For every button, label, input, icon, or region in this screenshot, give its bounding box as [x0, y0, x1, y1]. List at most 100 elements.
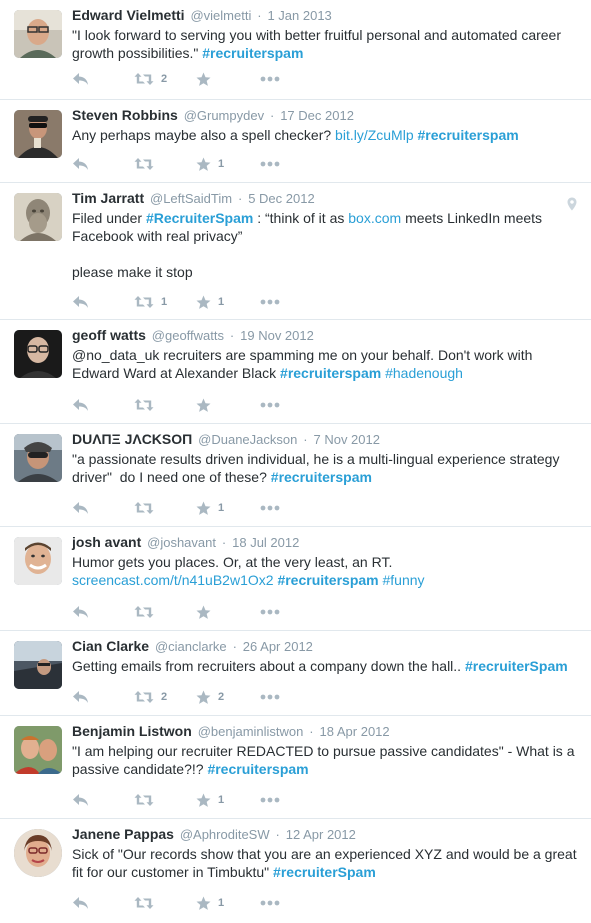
tweet-fullname[interactable]: Benjamin Listwon: [72, 723, 192, 739]
tweet-timestamp[interactable]: 12 Apr 2012: [286, 827, 356, 842]
tweet-text-segment: "I look forward to serving you with bett…: [72, 27, 565, 61]
tweet-fullname[interactable]: DUΛΠΞ JΛCKSOΠ: [72, 431, 192, 447]
avatar[interactable]: [14, 434, 62, 482]
more-button[interactable]: [260, 71, 322, 87]
tweet-fullname[interactable]: Steven Robbins: [72, 107, 178, 123]
location-pin-icon[interactable]: [567, 197, 577, 216]
tweet-fullname[interactable]: Janene Pappas: [72, 826, 174, 842]
reply-button[interactable]: [72, 156, 134, 172]
tweet[interactable]: josh avant @joshavant · 18 Jul 2012 Humo…: [0, 527, 591, 631]
avatar[interactable]: [14, 330, 62, 378]
like-button[interactable]: 1: [196, 500, 258, 516]
like-button[interactable]: 1: [196, 156, 258, 172]
tweet-username[interactable]: @geoffwatts: [152, 328, 224, 343]
reply-button[interactable]: [72, 792, 134, 808]
avatar[interactable]: [14, 10, 62, 58]
tweet-link[interactable]: #funny: [383, 572, 425, 588]
tweet-hashtag[interactable]: #recruiterspam: [271, 469, 372, 485]
avatar[interactable]: [14, 641, 62, 689]
retweet-button[interactable]: [134, 500, 196, 516]
tweet-username[interactable]: @AphroditeSW: [180, 827, 270, 842]
tweet[interactable]: Edward Vielmetti @vielmetti · 1 Jan 2013…: [0, 0, 591, 100]
reply-button[interactable]: [72, 500, 134, 516]
tweet-fullname[interactable]: geoff watts: [72, 327, 146, 343]
tweet-username[interactable]: @benjaminlistwon: [198, 724, 304, 739]
tweet-username[interactable]: @vielmetti: [190, 8, 251, 23]
reply-button[interactable]: [72, 71, 134, 87]
tweet-timestamp[interactable]: 18 Apr 2012: [320, 724, 390, 739]
retweet-button[interactable]: [134, 156, 196, 172]
tweet-username[interactable]: @LeftSaidTim: [150, 191, 232, 206]
like-button[interactable]: 1: [196, 294, 258, 310]
tweet-hashtag[interactable]: #recruiterspam: [202, 45, 303, 61]
tweet-hashtag[interactable]: #recruiterspam: [207, 761, 308, 777]
reply-button[interactable]: [72, 294, 134, 310]
more-button[interactable]: [260, 156, 322, 172]
avatar[interactable]: [14, 726, 62, 774]
tweet-timestamp[interactable]: 7 Nov 2012: [313, 432, 380, 447]
retweet-button[interactable]: [134, 895, 196, 911]
like-button[interactable]: [196, 71, 258, 87]
tweet-timestamp[interactable]: 1 Jan 2013: [267, 8, 331, 23]
more-button[interactable]: [260, 604, 322, 620]
avatar[interactable]: [14, 829, 62, 877]
tweet[interactable]: DUΛΠΞ JΛCKSOΠ @DuaneJackson · 7 Nov 2012…: [0, 424, 591, 527]
retweet-icon: [134, 793, 154, 807]
like-button[interactable]: [196, 397, 258, 413]
like-button[interactable]: 1: [196, 895, 258, 911]
avatar[interactable]: [14, 193, 62, 241]
more-button[interactable]: [260, 689, 322, 705]
like-button[interactable]: [196, 604, 258, 620]
retweet-button[interactable]: 2: [134, 689, 196, 705]
tweet[interactable]: Janene Pappas @AphroditeSW · 12 Apr 2012…: [0, 819, 591, 923]
tweet-hashtag[interactable]: #RecruiterSpam: [146, 210, 253, 226]
retweet-button[interactable]: [134, 792, 196, 808]
tweet-username[interactable]: @cianclarke: [155, 639, 227, 654]
tweet[interactable]: geoff watts @geoffwatts · 19 Nov 2012 @n…: [0, 320, 591, 424]
more-button[interactable]: [260, 895, 322, 911]
reply-button[interactable]: [72, 397, 134, 413]
tweet-hashtag[interactable]: #recruiterSpam: [273, 864, 376, 880]
tweet-link[interactable]: box.com: [348, 210, 401, 226]
retweet-button[interactable]: [134, 397, 196, 413]
separator-dot: ·: [221, 535, 227, 550]
reply-button[interactable]: [72, 604, 134, 620]
tweet-hashtag[interactable]: #recruiterSpam: [465, 658, 568, 674]
tweet-link[interactable]: #hadenough: [385, 365, 463, 381]
tweet-fullname[interactable]: josh avant: [72, 534, 141, 550]
tweet[interactable]: Tim Jarratt @LeftSaidTim · 5 Dec 2012 Fi…: [0, 183, 591, 320]
retweet-button[interactable]: [134, 604, 196, 620]
avatar[interactable]: [14, 110, 62, 158]
avatar[interactable]: [14, 537, 62, 585]
more-button[interactable]: [260, 500, 322, 516]
tweet-hashtag[interactable]: #recruiterspam: [280, 365, 381, 381]
like-button[interactable]: 2: [196, 689, 258, 705]
tweet[interactable]: Benjamin Listwon @benjaminlistwon · 18 A…: [0, 716, 591, 819]
tweet-timestamp[interactable]: 17 Dec 2012: [280, 108, 354, 123]
retweet-button[interactable]: 1: [134, 294, 196, 310]
tweet-timestamp[interactable]: 5 Dec 2012: [248, 191, 315, 206]
tweet-link[interactable]: screencast.com/t/n41uB2w1Ox2: [72, 572, 274, 588]
retweet-button[interactable]: 2: [134, 71, 196, 87]
reply-button[interactable]: [72, 689, 134, 705]
tweet-timestamp[interactable]: 18 Jul 2012: [232, 535, 299, 550]
tweet-fullname[interactable]: Edward Vielmetti: [72, 7, 185, 23]
tweet-fullname[interactable]: Cian Clarke: [72, 638, 149, 654]
more-button[interactable]: [260, 792, 322, 808]
tweet-username[interactable]: @joshavant: [147, 535, 216, 550]
reply-button[interactable]: [72, 895, 134, 911]
tweet-actions: 1: [72, 895, 322, 911]
tweet-fullname[interactable]: Tim Jarratt: [72, 190, 144, 206]
tweet-username[interactable]: @Grumpydev: [184, 108, 264, 123]
tweet-hashtag[interactable]: #recruiterspam: [277, 572, 378, 588]
more-button[interactable]: [260, 397, 322, 413]
tweet[interactable]: Steven Robbins @Grumpydev · 17 Dec 2012 …: [0, 100, 591, 183]
more-button[interactable]: [260, 294, 322, 310]
tweet-timestamp[interactable]: 26 Apr 2012: [243, 639, 313, 654]
tweet[interactable]: Cian Clarke @cianclarke · 26 Apr 2012 Ge…: [0, 631, 591, 716]
tweet-hashtag[interactable]: #recruiterspam: [418, 127, 519, 143]
tweet-username[interactable]: @DuaneJackson: [198, 432, 297, 447]
like-button[interactable]: 1: [196, 792, 258, 808]
tweet-timestamp[interactable]: 19 Nov 2012: [240, 328, 314, 343]
tweet-link[interactable]: bit.ly/ZcuMlp: [335, 127, 414, 143]
